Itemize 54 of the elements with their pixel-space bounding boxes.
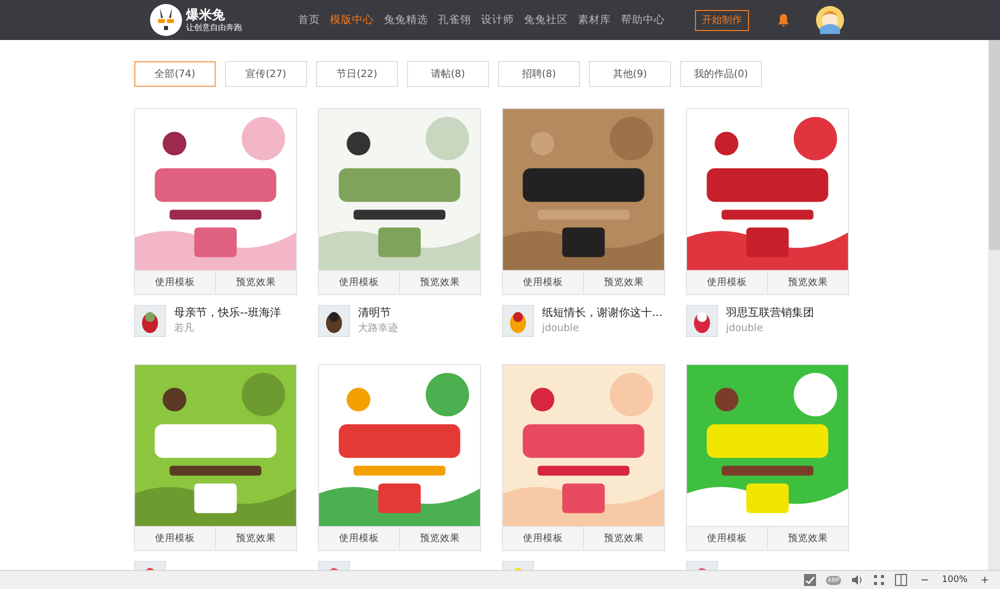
nav-link[interactable]: 首页: [298, 13, 320, 27]
preview-button[interactable]: 预览效果: [215, 271, 296, 294]
author-avatar: [686, 305, 718, 337]
fullscreen-icon[interactable]: [873, 574, 886, 586]
template-title[interactable]: 清明节: [358, 305, 398, 320]
filter-tab[interactable]: 招聘(8): [498, 61, 580, 87]
use-template-button[interactable]: 使用模板: [687, 271, 767, 294]
filter-tab[interactable]: 其他(9): [589, 61, 671, 87]
preview-button[interactable]: 预览效果: [215, 527, 296, 550]
nav-link[interactable]: 模版中心: [330, 13, 374, 27]
split-view-icon[interactable]: [895, 574, 908, 586]
rabbit-logo-icon: [150, 4, 182, 36]
use-template-button[interactable]: 使用模板: [135, 527, 215, 550]
use-template-button[interactable]: 使用模板: [503, 527, 583, 550]
author-avatar: [502, 305, 534, 337]
use-template-button[interactable]: 使用模板: [319, 271, 399, 294]
use-template-button[interactable]: 使用模板: [503, 271, 583, 294]
nav-link[interactable]: 孔雀翎: [438, 13, 471, 27]
filter-tab[interactable]: 我的作品(0): [680, 61, 762, 87]
template-title[interactable]: 纸短情长，谢谢你这十...: [542, 305, 662, 320]
zoom-out-button[interactable]: −: [917, 574, 932, 586]
check-icon[interactable]: [804, 574, 816, 586]
nav-link[interactable]: 帮助中心: [621, 13, 665, 27]
logo-name: 爆米兔: [186, 8, 226, 22]
filter-tab[interactable]: 请帖(8): [407, 61, 489, 87]
author-avatar: [318, 305, 350, 337]
author-avatar: [134, 305, 166, 337]
use-template-button[interactable]: 使用模板: [687, 527, 767, 550]
preview-button[interactable]: 预览效果: [399, 271, 480, 294]
template-title[interactable]: 羽思互联营销集团: [726, 305, 814, 320]
logo-slogan: 让创意自由奔跑: [186, 22, 242, 32]
filter-tab[interactable]: 节日(22): [316, 61, 398, 87]
nav-link[interactable]: 设计师: [481, 13, 514, 27]
scrollbar[interactable]: [988, 40, 1000, 570]
preview-button[interactable]: 预览效果: [583, 527, 664, 550]
nav-link[interactable]: 兔兔精选: [384, 13, 428, 27]
zoom-in-button[interactable]: +: [978, 574, 992, 586]
use-template-button[interactable]: 使用模板: [319, 527, 399, 550]
filter-tab[interactable]: 宣传(27): [225, 61, 307, 87]
preview-button[interactable]: 预览效果: [767, 527, 848, 550]
nav-link[interactable]: 兔兔社区: [524, 13, 568, 27]
start-button[interactable]: 开始制作: [695, 10, 749, 30]
bell-icon[interactable]: [777, 12, 790, 28]
use-template-button[interactable]: 使用模板: [135, 271, 215, 294]
user-avatar[interactable]: [816, 6, 844, 34]
speaker-icon[interactable]: [851, 574, 864, 586]
preview-button[interactable]: 预览效果: [767, 271, 848, 294]
preview-button[interactable]: 预览效果: [399, 527, 480, 550]
filter-tab[interactable]: 全部(74): [134, 61, 216, 87]
nav-link[interactable]: 素材库: [578, 13, 611, 27]
preview-button[interactable]: 预览效果: [583, 271, 664, 294]
template-title[interactable]: 母亲节，快乐--班海洋: [174, 305, 281, 320]
zoom-level: 100%: [942, 575, 968, 585]
scroll-thumb[interactable]: [989, 40, 1000, 250]
